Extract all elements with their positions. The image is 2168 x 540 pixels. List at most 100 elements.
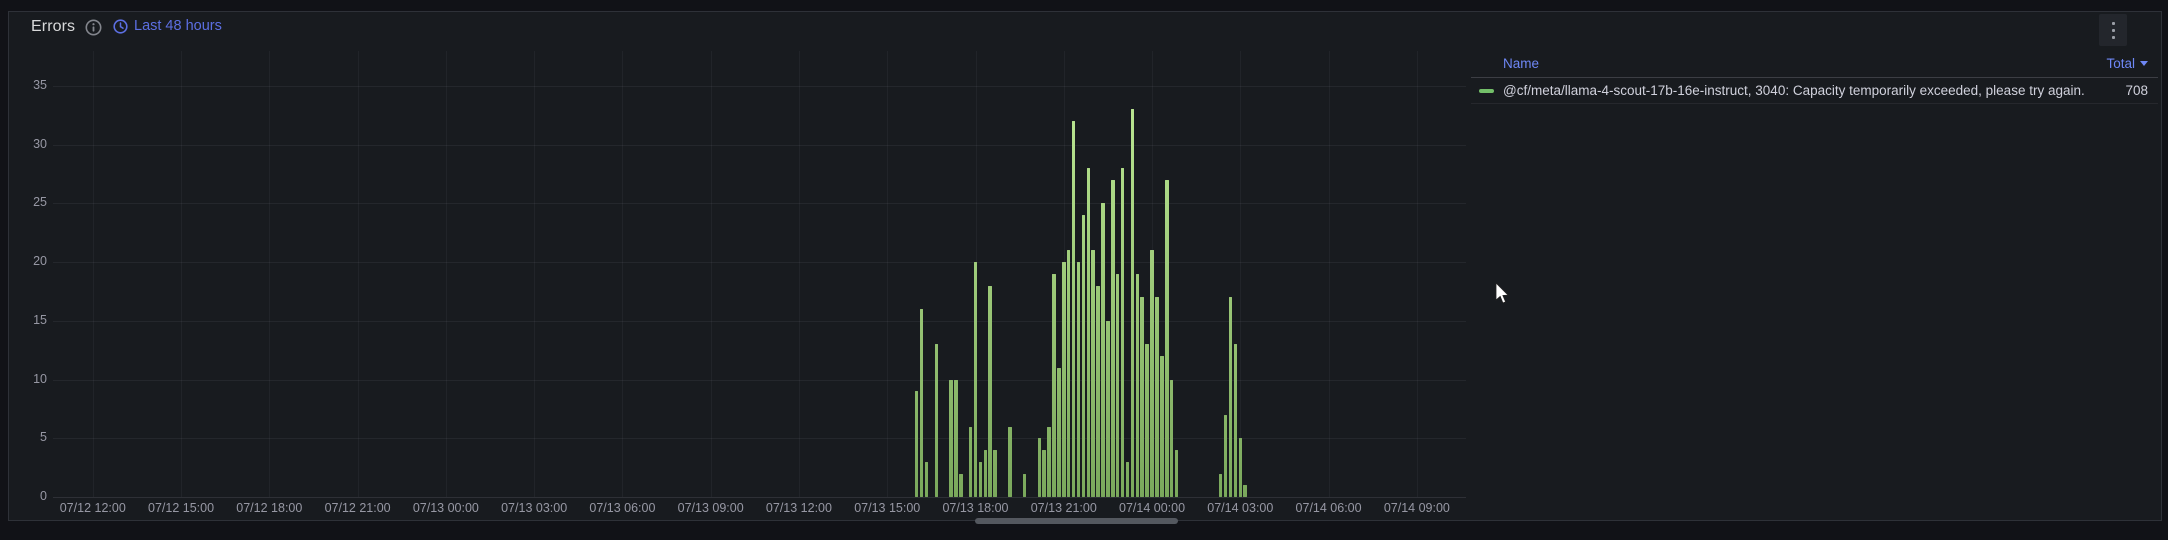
bar[interactable] [1233, 344, 1238, 497]
sort-desc-icon [2140, 61, 2148, 66]
bar[interactable] [983, 450, 988, 497]
x-axis-tick-label: 07/13 06:00 [589, 501, 656, 515]
bar[interactable] [1243, 485, 1247, 497]
bar[interactable] [919, 309, 924, 497]
bar[interactable] [993, 450, 997, 497]
bar[interactable] [1081, 215, 1086, 497]
dashboard-page: Errors Last 48 hours 0 5 10 15 20 25 30 … [0, 0, 2168, 540]
gridline [1240, 51, 1242, 497]
info-icon[interactable] [85, 19, 102, 36]
kebab-menu-icon [2111, 21, 2115, 25]
gridline [53, 497, 1466, 498]
gridline [53, 203, 1466, 205]
bar[interactable] [1150, 250, 1154, 497]
bar[interactable] [1228, 297, 1233, 497]
bar[interactable] [1086, 168, 1091, 497]
y-axis-tick-label: 0 [40, 489, 47, 503]
x-axis-tick-label: 07/14 06:00 [1295, 501, 1362, 515]
series-total-value: 708 [2125, 83, 2148, 98]
x-axis-tick-label: 07/13 03:00 [501, 501, 568, 515]
gridline [53, 379, 1466, 381]
errors-panel: Errors Last 48 hours 0 5 10 15 20 25 30 … [8, 11, 2162, 521]
bar[interactable] [1096, 285, 1100, 497]
bar[interactable] [1008, 426, 1012, 497]
x-axis-tick-label: 07/13 21:00 [1030, 501, 1097, 515]
bar[interactable] [1115, 273, 1120, 497]
x-axis-tick-label: 07/13 00:00 [412, 501, 479, 515]
bar[interactable] [1120, 168, 1125, 497]
gridline [53, 86, 1466, 87]
bar[interactable] [973, 262, 978, 497]
bar[interactable] [978, 461, 983, 497]
panel-menu-button[interactable] [2099, 14, 2127, 46]
x-axis-tick-label: 07/12 15:00 [148, 501, 215, 515]
bar[interactable] [1238, 438, 1243, 497]
bar[interactable] [1111, 179, 1115, 497]
bar[interactable] [1145, 344, 1149, 497]
bar[interactable] [1057, 367, 1061, 497]
bar[interactable] [934, 344, 939, 497]
bar[interactable] [1155, 297, 1159, 497]
x-axis-tick-label: 07/12 21:00 [324, 501, 391, 515]
gridline [181, 51, 183, 497]
bar[interactable] [1047, 426, 1051, 497]
gridline [622, 51, 624, 497]
x-axis-tick-label: 07/14 00:00 [1119, 501, 1186, 515]
bar[interactable] [988, 285, 992, 497]
bar[interactable] [1106, 320, 1110, 497]
bar[interactable] [1091, 250, 1095, 497]
panel-title: Errors [31, 18, 76, 35]
bar[interactable] [1066, 250, 1071, 497]
bar[interactable] [1135, 273, 1140, 497]
gridline [1416, 51, 1418, 497]
gridline [887, 51, 889, 497]
bar[interactable] [924, 461, 929, 497]
gridline [269, 51, 271, 497]
clock-icon [113, 18, 128, 34]
bar[interactable] [1140, 297, 1144, 497]
bar[interactable] [1062, 262, 1066, 497]
bar[interactable] [1125, 461, 1130, 497]
bar[interactable] [1042, 450, 1046, 497]
gridline [710, 51, 712, 497]
legend-row[interactable]: @cf/meta/llama-4-scout-17b-16e-instruct,… [1471, 78, 2158, 104]
x-axis-tick-label: 07/13 15:00 [854, 501, 921, 515]
bar[interactable] [949, 379, 953, 497]
gridline [53, 262, 1466, 264]
bar[interactable] [1052, 273, 1056, 497]
bar[interactable] [1223, 414, 1228, 497]
legend-name-header[interactable]: Name [1503, 56, 1539, 71]
bar[interactable] [1076, 262, 1081, 497]
time-range-link[interactable]: Last 48 hours [113, 18, 222, 34]
bar[interactable] [1022, 473, 1027, 497]
bar[interactable] [959, 473, 963, 497]
series-color-swatch[interactable] [1479, 88, 1494, 93]
bar[interactable] [954, 379, 958, 497]
bar[interactable] [1130, 109, 1135, 497]
x-axis-tick-label: 07/14 09:00 [1383, 501, 1450, 515]
bar[interactable] [1165, 179, 1169, 497]
gridline [445, 51, 447, 497]
bar[interactable] [1169, 379, 1174, 497]
bar[interactable] [1071, 121, 1076, 497]
y-axis-tick-label: 15 [33, 312, 47, 327]
panel-header: Errors Last 48 hours [9, 12, 2161, 46]
legend-total-header[interactable]: Total [2106, 56, 2148, 71]
legend-table: Name Total @cf/meta/llama-4-scout-17b-16… [1471, 54, 2158, 104]
bar[interactable] [968, 426, 973, 497]
bar[interactable] [1160, 356, 1164, 497]
gridline [53, 438, 1466, 440]
y-axis-tick-label: 35 [33, 78, 47, 92]
bar[interactable] [914, 391, 919, 497]
horizontal-scrollbar-thumb[interactable] [975, 518, 1178, 524]
bar[interactable] [1037, 438, 1041, 497]
bar[interactable] [1101, 203, 1105, 497]
bar[interactable] [1174, 450, 1179, 497]
gridline [357, 51, 359, 497]
y-axis-tick-label: 5 [40, 430, 47, 445]
y-axis-tick-label: 25 [33, 195, 47, 210]
bar[interactable] [1218, 473, 1223, 497]
y-axis-tick-label: 30 [33, 136, 47, 151]
series-name: @cf/meta/llama-4-scout-17b-16e-instruct,… [1503, 83, 2085, 98]
x-axis-tick-label: 07/13 12:00 [765, 501, 832, 515]
